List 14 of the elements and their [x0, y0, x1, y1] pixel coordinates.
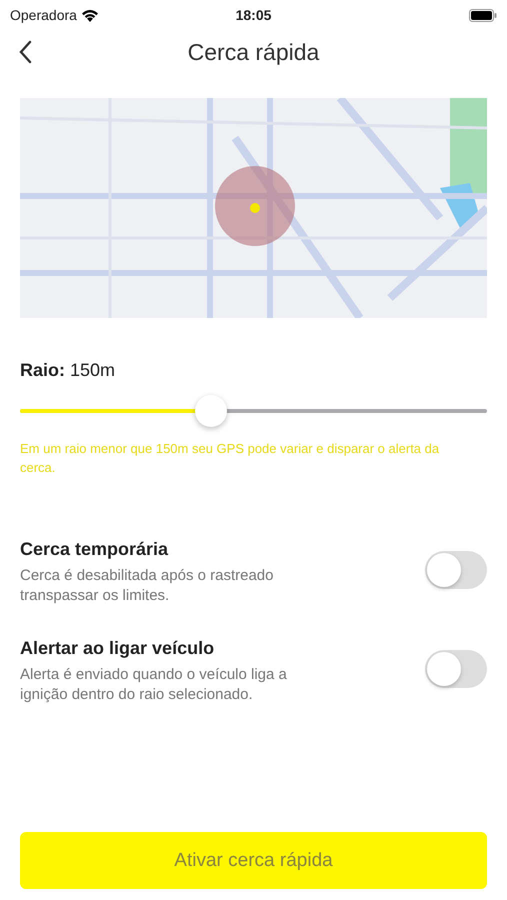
wifi-icon: [80, 8, 99, 22]
toggle-switch[interactable]: [425, 551, 487, 589]
screen-title: Cerca rápida: [188, 38, 320, 66]
battery-icon: [469, 8, 497, 22]
option-description: Alerta é enviado quando o veículo liga a ignição dentro do raio selecionado.: [20, 665, 288, 705]
option-description: Cerca é desabilitada após o rastreado transpassar os limites.: [20, 566, 274, 606]
status-time: 18:05: [236, 7, 272, 23]
option-title: Cerca temporária: [20, 539, 170, 560]
option-title: Alertar ao ligar veículo: [20, 638, 216, 659]
carrier-name: Operadora: [10, 7, 77, 23]
radius-warning: Em um raio menor que 150m seu GPS pode variar e disparar o alerta da cerca.: [20, 440, 440, 477]
radius-label: Raio: 150m: [20, 360, 116, 380]
radius-slider[interactable]: [20, 397, 487, 425]
toggle-switch[interactable]: [425, 650, 487, 688]
